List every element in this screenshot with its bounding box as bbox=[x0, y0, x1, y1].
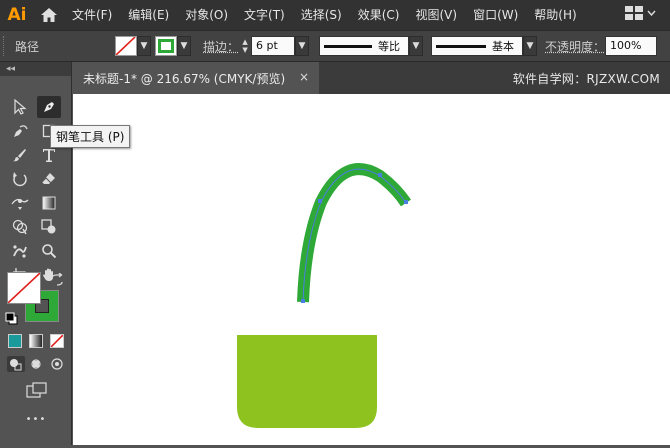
bucket-shape[interactable] bbox=[237, 335, 377, 428]
menu-help[interactable]: 帮助(H) bbox=[526, 0, 584, 30]
fill-swatch[interactable] bbox=[115, 36, 137, 56]
swap-colors-icon[interactable] bbox=[50, 272, 64, 287]
chevron-down-icon bbox=[647, 10, 656, 16]
fill-dropdown[interactable]: ▼ bbox=[137, 36, 151, 56]
anchor-point[interactable] bbox=[301, 299, 305, 303]
menu-effect[interactable]: 效果(C) bbox=[350, 0, 408, 30]
handle-path[interactable] bbox=[297, 163, 411, 303]
draw-normal-icon[interactable] bbox=[7, 356, 25, 372]
more-tools-icon[interactable]: ••• bbox=[0, 414, 72, 425]
chevron-down-icon: ▼ bbox=[526, 41, 534, 51]
stroke-stepper[interactable]: ▲ ▼ bbox=[239, 36, 251, 56]
panel-grip[interactable] bbox=[3, 36, 9, 56]
close-icon[interactable]: × bbox=[299, 70, 309, 84]
artwork bbox=[237, 163, 411, 428]
chevron-down-icon: ▼ bbox=[140, 41, 148, 51]
stroke-width-field[interactable]: 6 pt bbox=[251, 36, 296, 56]
zoom-icon[interactable] bbox=[37, 240, 61, 262]
eraser-icon[interactable] bbox=[37, 168, 61, 190]
chevron-down-icon: ▼ bbox=[180, 41, 188, 51]
variable-width-profile[interactable]: 等比 bbox=[319, 36, 410, 56]
pen-tool-tooltip: 钢笔工具 (P) bbox=[50, 125, 131, 148]
document-tab-bar: 未标题-1* @ 216.67% (CMYK/预览) × 软件自学网：RJZXW… bbox=[73, 62, 670, 94]
anchor-point[interactable] bbox=[404, 200, 408, 204]
brush-label: 基本 bbox=[492, 40, 515, 53]
control-bar: 路径 ▼ ▼ 描边： ▲ ▼ 6 pt ▼ 等比 ▼ 基本 ▼ 不透明度： 100… bbox=[0, 30, 670, 62]
gradient-icon[interactable] bbox=[37, 192, 61, 214]
width-icon[interactable] bbox=[8, 192, 32, 214]
chevron-down-icon: ▼ bbox=[298, 41, 306, 51]
screen-mode-icon[interactable] bbox=[26, 382, 48, 398]
workspace-switcher[interactable] bbox=[625, 6, 656, 20]
stroke-dropdown[interactable]: ▼ bbox=[177, 36, 191, 56]
app-logo: Ai bbox=[7, 5, 27, 25]
brush-dropdown[interactable]: ▼ bbox=[523, 36, 538, 56]
home-icon[interactable] bbox=[34, 0, 64, 30]
collapse-icon[interactable]: ◂◂ bbox=[0, 62, 71, 76]
menu-edit[interactable]: 编辑(E) bbox=[120, 0, 177, 30]
document-tab[interactable]: 未标题-1* @ 216.67% (CMYK/预览) × bbox=[73, 62, 319, 94]
stroke-swatch[interactable] bbox=[155, 36, 177, 56]
puppet-warp-icon[interactable] bbox=[8, 240, 32, 262]
tools-panel: ◂◂ ••• bbox=[0, 62, 72, 445]
draw-inside-icon[interactable] bbox=[48, 356, 66, 372]
stroke-label[interactable]: 描边： bbox=[203, 38, 239, 55]
brush-definition[interactable]: 基本 bbox=[431, 36, 524, 56]
profile-dropdown[interactable]: ▼ bbox=[409, 36, 424, 56]
site-watermark: 软件自学网：RJZXW.COM bbox=[512, 72, 660, 86]
selection-icon[interactable] bbox=[8, 96, 32, 118]
default-colors-icon[interactable] bbox=[5, 312, 19, 326]
chevron-down-icon: ▼ bbox=[412, 41, 420, 51]
opacity-label[interactable]: 不透明度： bbox=[545, 38, 605, 55]
menu-bar: Ai 文件(F) 编辑(E) 对象(O) 文字(T) 选择(S) 效果(C) 视… bbox=[0, 0, 670, 30]
workspace-grid-icon bbox=[625, 6, 643, 20]
menu-type[interactable]: 文字(T) bbox=[236, 0, 293, 30]
fill-color-box[interactable] bbox=[7, 272, 41, 304]
menu-window[interactable]: 窗口(W) bbox=[465, 0, 526, 30]
rotate-icon[interactable] bbox=[8, 168, 32, 190]
artboard-canvas[interactable] bbox=[73, 94, 670, 445]
anchor-point[interactable] bbox=[318, 199, 322, 203]
pen-icon[interactable] bbox=[37, 96, 61, 118]
mode-label: 路径 bbox=[15, 39, 40, 54]
anchor-point[interactable] bbox=[378, 173, 382, 177]
live-paint-icon[interactable] bbox=[37, 216, 61, 238]
profile-label: 等比 bbox=[378, 40, 401, 53]
menu-select[interactable]: 选择(S) bbox=[293, 0, 350, 30]
stroke-width-dropdown[interactable]: ▼ bbox=[295, 36, 310, 56]
color-mode-button[interactable] bbox=[8, 334, 22, 348]
document-title: 未标题-1* @ 216.67% (CMYK/预览) bbox=[83, 71, 286, 86]
shape-builder-icon[interactable] bbox=[8, 216, 32, 238]
menu-file[interactable]: 文件(F) bbox=[64, 0, 120, 30]
menu-view[interactable]: 视图(V) bbox=[407, 0, 465, 30]
opacity-field[interactable]: 100% bbox=[605, 36, 658, 56]
none-mode-button[interactable] bbox=[50, 334, 64, 348]
menu-object[interactable]: 对象(O) bbox=[177, 0, 236, 30]
draw-behind-icon[interactable] bbox=[28, 356, 46, 372]
gradient-mode-button[interactable] bbox=[29, 334, 43, 348]
curvature-icon[interactable] bbox=[8, 120, 32, 142]
paintbrush-icon[interactable] bbox=[8, 144, 32, 166]
